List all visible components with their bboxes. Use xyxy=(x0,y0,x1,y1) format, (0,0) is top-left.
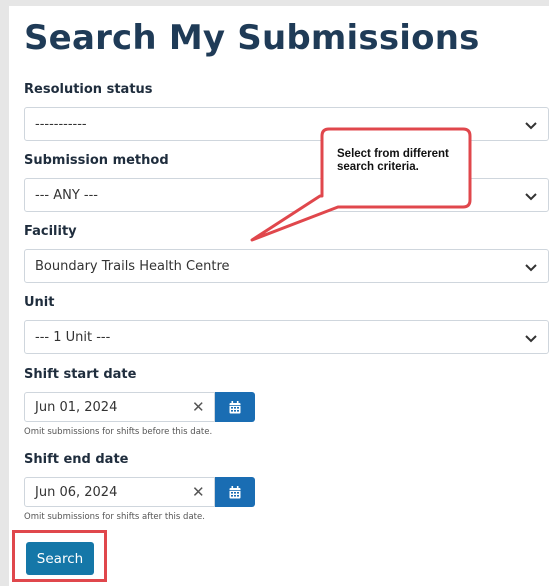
callout-text: Select from different search criteria. xyxy=(337,148,449,173)
callout-bubble xyxy=(250,127,472,242)
